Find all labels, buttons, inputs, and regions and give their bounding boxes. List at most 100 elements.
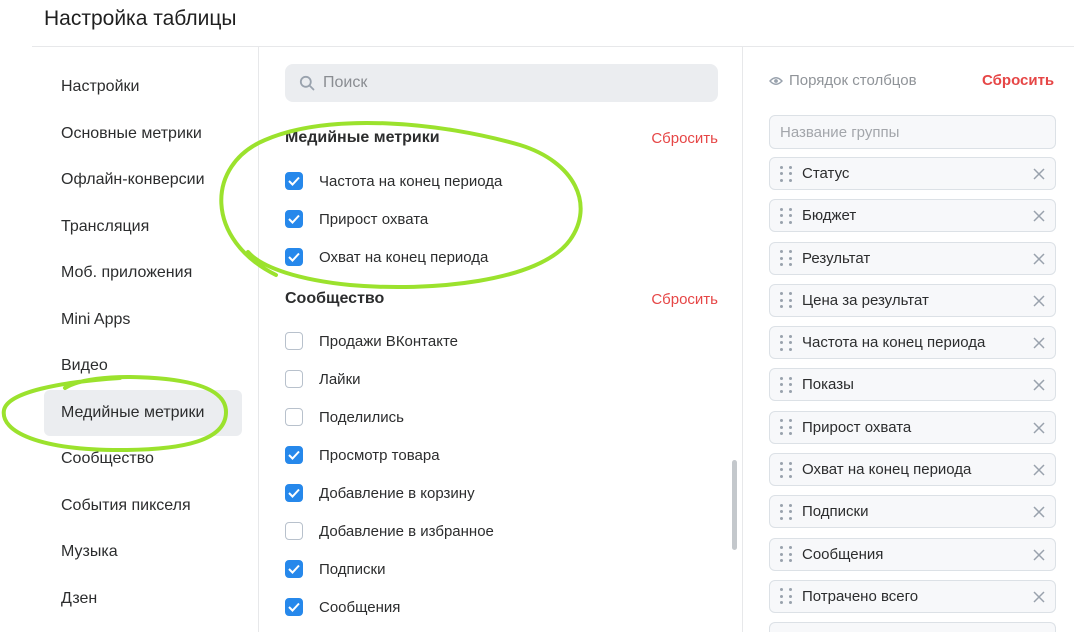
close-icon[interactable] bbox=[1032, 167, 1046, 181]
sidebar: Настройки Основные метрики Офлайн-конвер… bbox=[44, 64, 242, 622]
column-item-label: Потрачено всего bbox=[802, 587, 919, 605]
section-reset-button[interactable]: Сбросить bbox=[651, 130, 718, 147]
section-title: Медийные метрики bbox=[285, 129, 440, 146]
checkbox[interactable] bbox=[285, 446, 303, 464]
close-icon[interactable] bbox=[1032, 548, 1046, 562]
checkbox-row[interactable]: Подписки bbox=[285, 550, 718, 588]
drag-handle-icon[interactable] bbox=[780, 376, 792, 393]
checkbox[interactable] bbox=[285, 484, 303, 502]
column-item[interactable]: Подписки bbox=[769, 495, 1056, 529]
column-item[interactable]: Статус bbox=[769, 157, 1056, 190]
sidebar-item-dzen[interactable]: Дзен bbox=[44, 576, 242, 623]
drag-handle-icon[interactable] bbox=[780, 546, 792, 563]
checkbox-label: Частота на конец периода bbox=[319, 172, 503, 190]
drag-handle-icon[interactable] bbox=[780, 503, 792, 520]
sidebar-item-media-metrics[interactable]: Медийные метрики bbox=[44, 389, 242, 436]
close-icon[interactable] bbox=[1032, 505, 1046, 519]
column-item-label: Охват на конец периода bbox=[802, 461, 972, 479]
checkbox-row[interactable]: Просмотр товара bbox=[285, 436, 718, 474]
column-item[interactable]: Потрачено всего bbox=[769, 579, 1056, 613]
close-icon[interactable] bbox=[1032, 294, 1046, 308]
drag-handle-icon[interactable] bbox=[780, 588, 792, 605]
check-icon bbox=[288, 450, 300, 460]
section-reset-button[interactable]: Сбросить bbox=[651, 291, 718, 308]
checkbox-label: Прирост охвата bbox=[319, 210, 429, 228]
drag-handle-icon[interactable] bbox=[780, 419, 792, 436]
checkbox-row[interactable]: Продажи ВКонтакте bbox=[285, 322, 718, 360]
checkbox-row[interactable]: Лайки bbox=[285, 360, 718, 398]
checkbox-row[interactable]: Частота на конец периода bbox=[285, 162, 718, 200]
close-icon[interactable] bbox=[1032, 378, 1046, 392]
checkbox[interactable] bbox=[285, 598, 303, 616]
sidebar-item-video[interactable]: Видео bbox=[44, 343, 242, 390]
column-item[interactable]: Показы bbox=[769, 368, 1056, 402]
drag-handle-icon[interactable] bbox=[780, 207, 792, 224]
column-item[interactable]: Частота на конец периода bbox=[769, 326, 1056, 360]
sidebar-item-community[interactable]: Сообщество bbox=[44, 436, 242, 483]
checkbox-row[interactable]: Сообщения bbox=[285, 588, 718, 626]
drag-handle-icon[interactable] bbox=[780, 461, 792, 478]
search-box[interactable] bbox=[285, 64, 718, 102]
check-icon bbox=[288, 564, 300, 574]
checkbox-label: Добавление в избранное bbox=[319, 522, 494, 540]
close-icon[interactable] bbox=[1032, 336, 1046, 350]
column-item[interactable]: Цена за результат bbox=[769, 283, 1056, 317]
checkbox-label: Охват на конец периода bbox=[319, 248, 489, 266]
column-item[interactable]: Результат bbox=[769, 241, 1056, 275]
checkbox[interactable] bbox=[285, 172, 303, 190]
column-item-label: Показы bbox=[802, 376, 854, 394]
drag-handle-icon[interactable] bbox=[780, 165, 792, 182]
column-item[interactable]: Бюджет bbox=[769, 199, 1056, 233]
checkbox[interactable] bbox=[285, 210, 303, 228]
column-item[interactable]: Прирост охвата bbox=[769, 410, 1056, 444]
drag-handle-icon[interactable] bbox=[780, 292, 792, 309]
close-icon[interactable] bbox=[1032, 252, 1046, 266]
close-icon[interactable] bbox=[1032, 421, 1046, 435]
close-icon[interactable] bbox=[1032, 209, 1046, 223]
column-item[interactable]: Сообщения bbox=[769, 537, 1056, 571]
search-icon bbox=[299, 75, 315, 91]
checkbox-row[interactable]: Охват на конец периода bbox=[285, 238, 718, 276]
check-icon bbox=[288, 602, 300, 612]
column-order-reset-button[interactable]: Сбросить bbox=[982, 72, 1054, 89]
drag-handle-icon[interactable] bbox=[780, 334, 792, 351]
checkbox-row[interactable]: Добавление в избранное bbox=[285, 512, 718, 550]
sidebar-item-main-metrics[interactable]: Основные метрики bbox=[44, 111, 242, 158]
column-item-label: Результат bbox=[802, 249, 871, 267]
checkbox-label: Поделились bbox=[319, 408, 404, 426]
checkbox[interactable] bbox=[285, 248, 303, 266]
sidebar-item-mini-apps[interactable]: Mini Apps bbox=[44, 297, 242, 344]
checkbox[interactable] bbox=[285, 560, 303, 578]
check-icon bbox=[288, 252, 300, 262]
checkbox-row[interactable]: Добавление в корзину bbox=[285, 474, 718, 512]
column-item-label: Сообщения bbox=[802, 545, 884, 563]
page-title: Настройка таблицы bbox=[44, 7, 237, 30]
sidebar-item-pixel-events[interactable]: События пикселя bbox=[44, 483, 242, 530]
panel-divider bbox=[742, 46, 743, 632]
scrollbar-thumb[interactable] bbox=[732, 460, 737, 550]
check-icon bbox=[288, 214, 300, 224]
sidebar-item-music[interactable]: Музыка bbox=[44, 529, 242, 576]
checkbox[interactable] bbox=[285, 408, 303, 426]
sidebar-item-offline-conversions[interactable]: Офлайн-конверсии bbox=[44, 157, 242, 204]
checkbox[interactable] bbox=[285, 332, 303, 350]
column-item-partial bbox=[769, 622, 1056, 632]
checkbox-row[interactable]: Поделились bbox=[285, 398, 718, 436]
checkbox-label: Сообщения bbox=[319, 598, 401, 616]
search-input[interactable] bbox=[323, 74, 703, 92]
sidebar-item-broadcast[interactable]: Трансляция bbox=[44, 204, 242, 251]
close-icon[interactable] bbox=[1032, 463, 1046, 477]
sidebar-item-mobile-apps[interactable]: Моб. приложения bbox=[44, 250, 242, 297]
group-name-input[interactable] bbox=[769, 115, 1056, 149]
close-icon[interactable] bbox=[1032, 590, 1046, 604]
checkbox-row[interactable]: Прирост охвата bbox=[285, 200, 718, 238]
check-icon bbox=[288, 176, 300, 186]
checkbox-label: Добавление в корзину bbox=[319, 484, 475, 502]
checkbox[interactable] bbox=[285, 522, 303, 540]
column-item-label: Цена за результат bbox=[802, 291, 929, 309]
column-item[interactable]: Охват на конец периода bbox=[769, 453, 1056, 487]
drag-handle-icon[interactable] bbox=[780, 250, 792, 267]
checkbox[interactable] bbox=[285, 370, 303, 388]
sidebar-item-settings[interactable]: Настройки bbox=[44, 64, 242, 111]
section-title: Сообщество bbox=[285, 290, 385, 307]
